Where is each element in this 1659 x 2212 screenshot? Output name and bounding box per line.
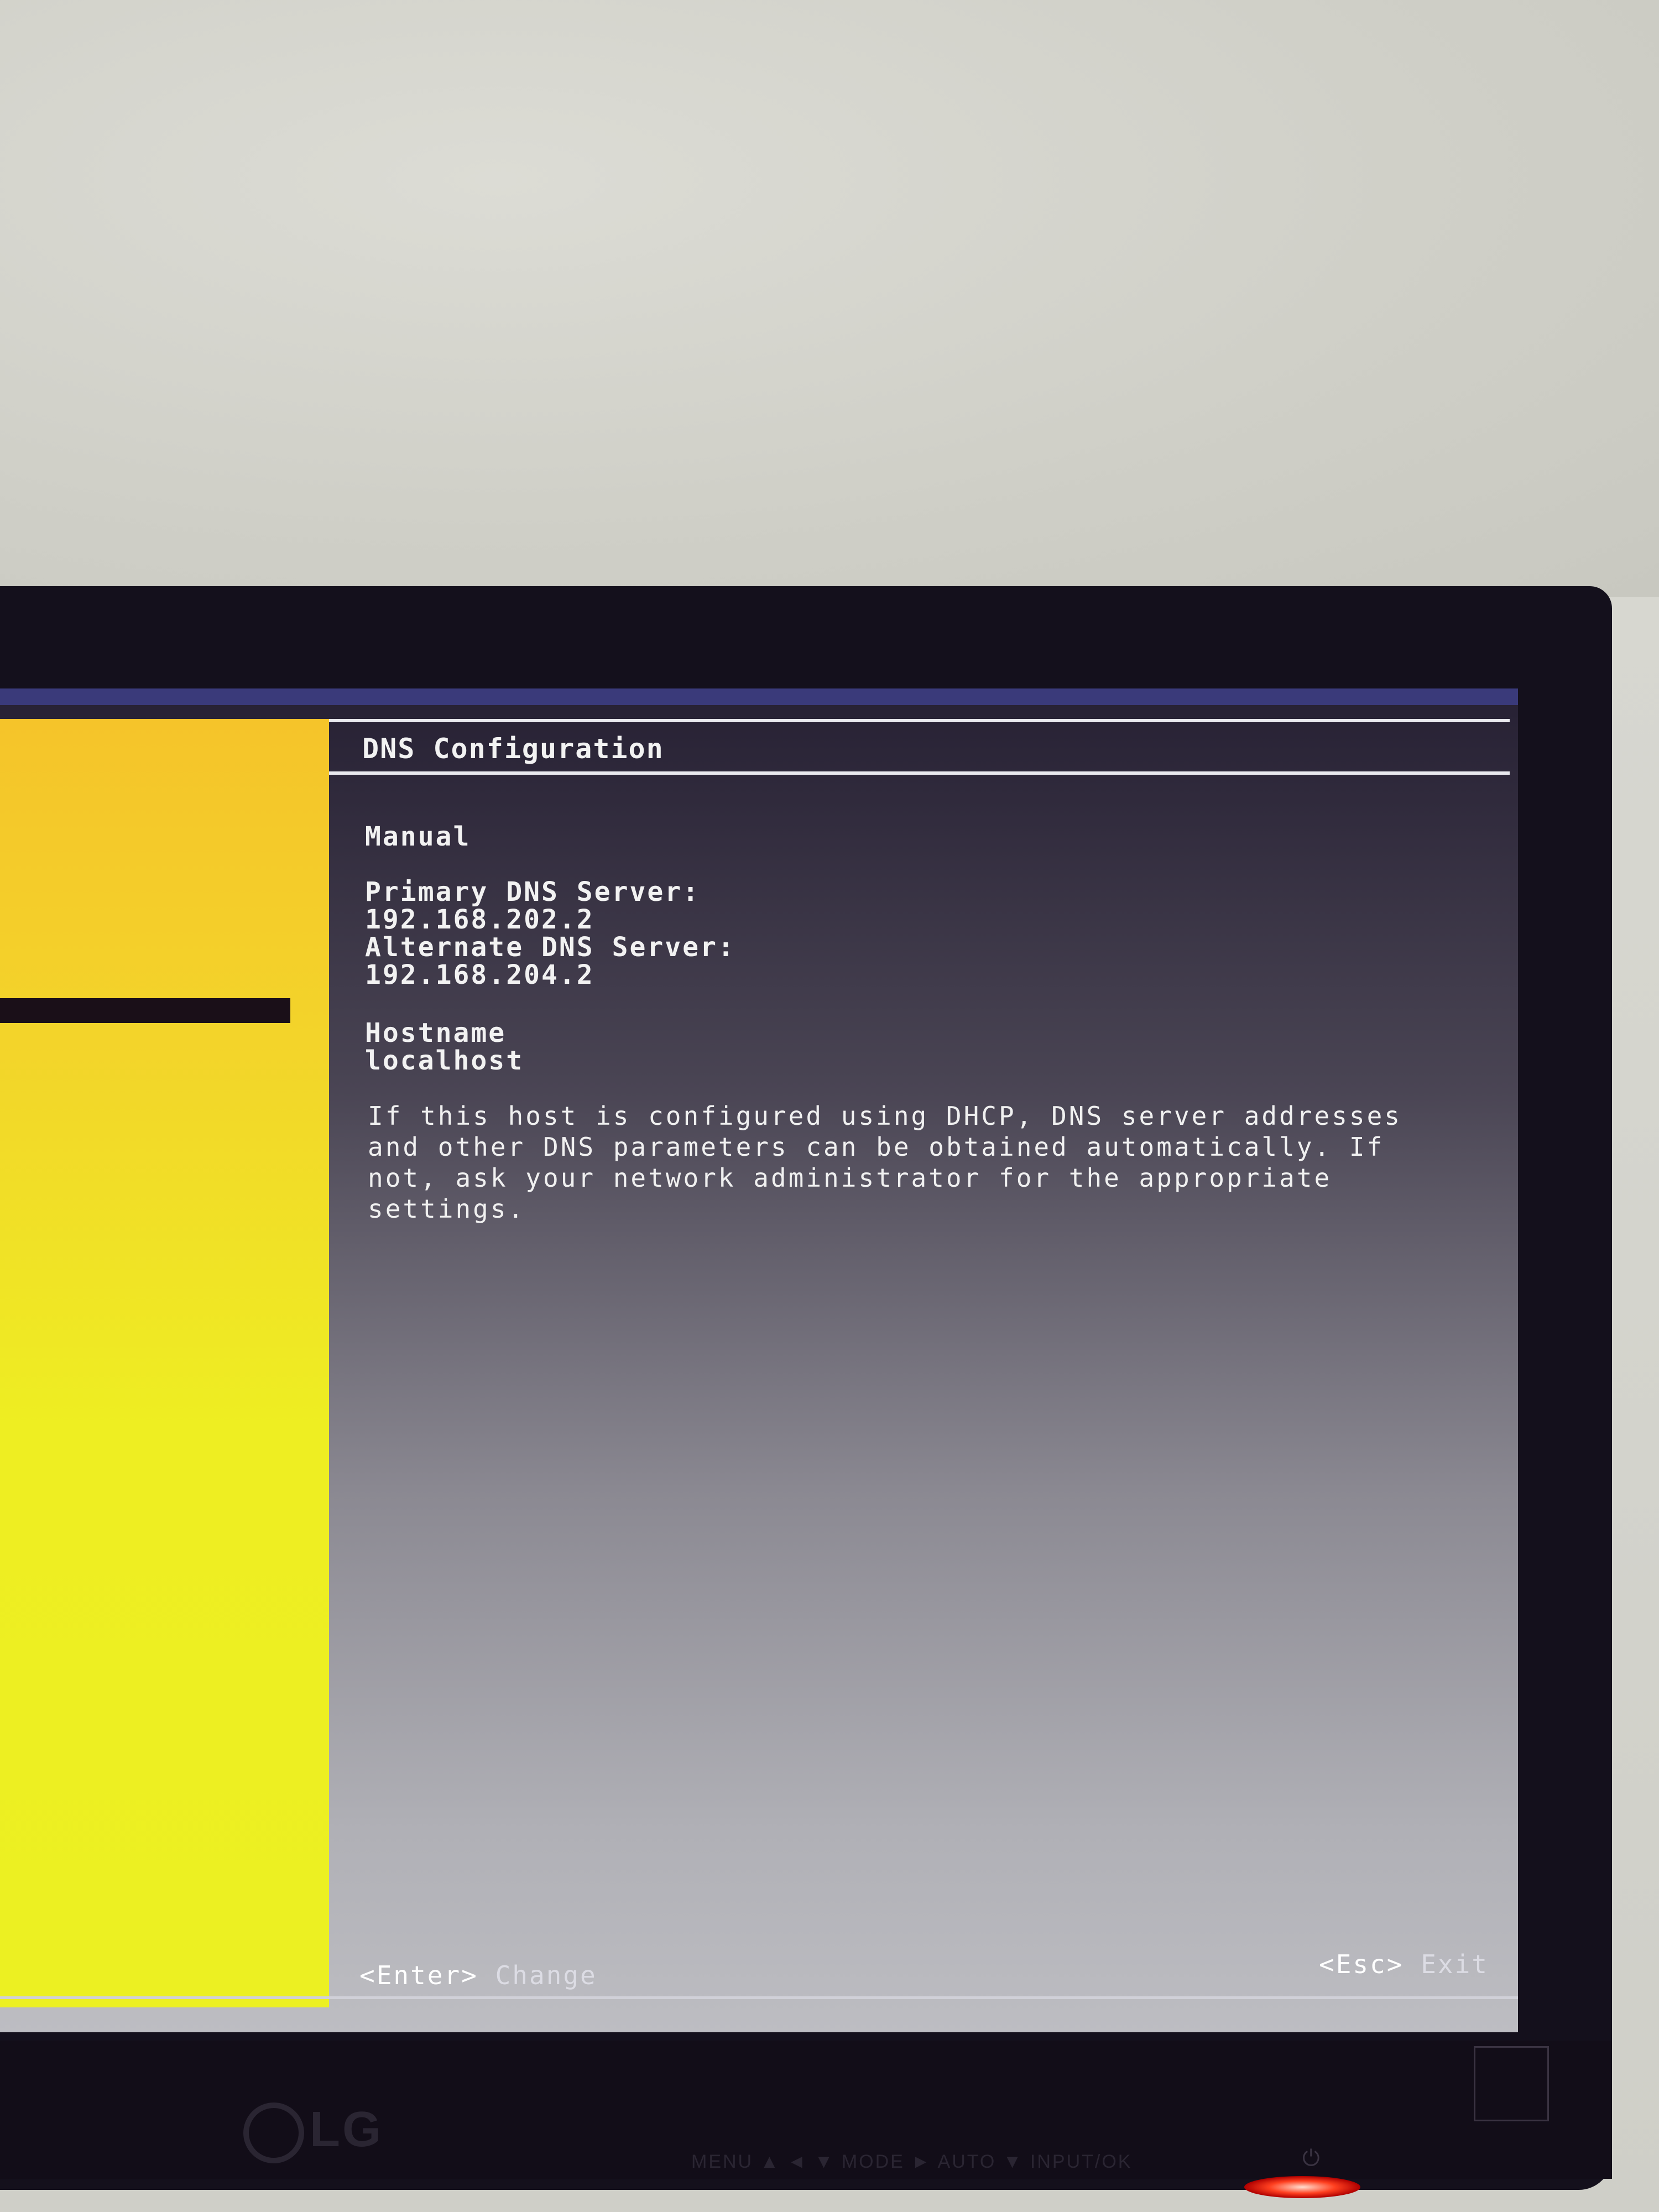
title-top-divider <box>329 719 1510 722</box>
primary-dns-label: Primary DNS Server: <box>365 877 701 907</box>
lg-logo: LG <box>243 2101 383 2164</box>
change-action[interactable]: <Enter> Change <box>359 1960 597 1990</box>
power-led <box>1244 2176 1360 2198</box>
energy-star-icon <box>1474 2046 1549 2121</box>
hostname-value: localhost <box>365 1045 524 1076</box>
left-panel-highlight-bar <box>0 998 290 1023</box>
help-text: If this host is configured using DHCP, D… <box>368 1101 1402 1224</box>
dns-configuration-panel: DNS Configuration Manual Primary DNS Ser… <box>0 719 1518 2007</box>
esc-key-label: <Esc> <box>1319 1949 1404 1979</box>
alternate-dns-label: Alternate DNS Server: <box>365 932 735 963</box>
alternate-dns-value: 192.168.204.2 <box>365 959 594 990</box>
exit-label: Exit <box>1421 1949 1489 1979</box>
exit-action[interactable]: <Esc> Exit <box>1319 1949 1489 1979</box>
primary-dns-value: 192.168.202.2 <box>365 904 594 935</box>
dns-mode-value: Manual <box>365 821 471 852</box>
hostname-label: Hostname <box>365 1018 507 1048</box>
power-icon[interactable]: ⏻ <box>1302 2146 1320 2171</box>
lg-logo-icon <box>243 2103 304 2164</box>
enter-key-label: <Enter> <box>359 1960 478 1990</box>
page-title: DNS Configuration <box>362 733 664 765</box>
footer-divider <box>0 1996 1518 1999</box>
left-yellow-panel <box>0 719 329 2007</box>
monitor-control-labels: MENU ▲ ◄ ▼ MODE ► AUTO ▼ INPUT/OK <box>691 2151 1133 2172</box>
title-bottom-divider <box>329 771 1510 775</box>
dcui-screen: DNS Configuration Manual Primary DNS Ser… <box>0 688 1518 2032</box>
brand-text: LG <box>310 2102 383 2157</box>
wall-background <box>0 0 1659 597</box>
change-label: Change <box>495 1960 597 1990</box>
top-status-bar <box>0 688 1518 705</box>
